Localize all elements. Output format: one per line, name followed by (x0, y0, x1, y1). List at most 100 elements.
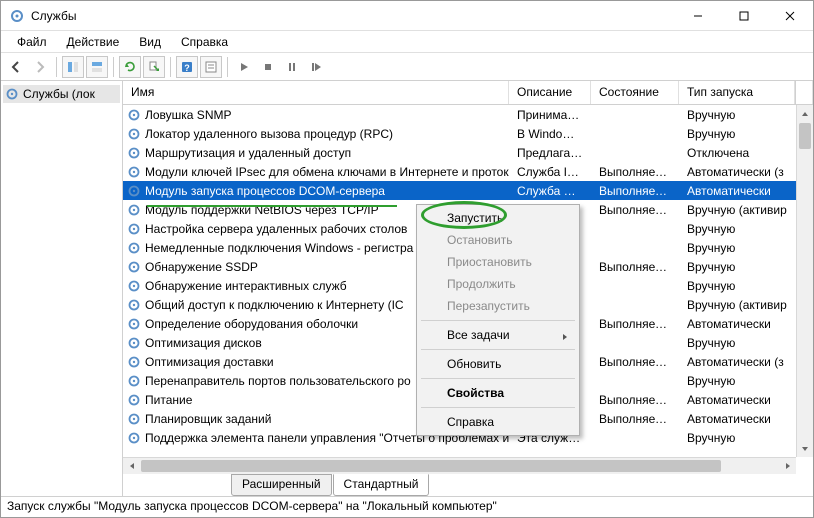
service-row[interactable]: Модули ключей IPsec для обмена ключами в… (123, 162, 813, 181)
service-name: Обнаружение SSDP (145, 260, 258, 274)
body: Службы (лок Имя Описание Состояние Тип з… (1, 81, 813, 497)
service-name: Модули ключей IPsec для обмена ключами в… (145, 165, 509, 179)
gear-icon (127, 127, 141, 141)
tree-root-label: Службы (лок (23, 87, 95, 101)
service-state (591, 437, 679, 439)
service-type: Автоматически (679, 411, 795, 427)
service-name: Модуль запуска процессов DCOM-сервера (145, 184, 385, 198)
hscroll-thumb[interactable] (141, 460, 721, 472)
service-row[interactable]: Локатор удаленного вызова процедур (RPC)… (123, 124, 813, 143)
menu-help[interactable]: Справка (171, 33, 238, 51)
list-header: Имя Описание Состояние Тип запуска (123, 81, 813, 105)
maximize-button[interactable] (721, 1, 767, 31)
tab-standard[interactable]: Стандартный (333, 474, 430, 496)
cm-resume[interactable]: Продолжить (419, 273, 577, 295)
forward-button[interactable] (29, 56, 51, 78)
cm-refresh[interactable]: Обновить (419, 353, 577, 375)
service-name: Немедленные подключения Windows - регист… (145, 241, 413, 255)
minimize-button[interactable] (675, 1, 721, 31)
service-name: Ловушка SNMP (145, 108, 231, 122)
menu-file[interactable]: Файл (7, 33, 57, 51)
service-type: Вручную (679, 373, 795, 389)
service-type: Вручную (679, 126, 795, 142)
media-stop-button[interactable] (257, 56, 279, 78)
cm-all-tasks[interactable]: Все задачи (419, 324, 577, 346)
chevron-right-icon (561, 330, 569, 344)
gear-icon (127, 298, 141, 312)
col-name[interactable]: Имя (123, 81, 509, 104)
window-buttons (675, 1, 813, 31)
cm-pause[interactable]: Приостановить (419, 251, 577, 273)
tree-pane: Службы (лок (1, 81, 123, 496)
cm-help[interactable]: Справка (419, 411, 577, 433)
gear-icon (127, 374, 141, 388)
cm-sep-1 (421, 320, 575, 321)
service-type: Автоматически (679, 316, 795, 332)
horizontal-scrollbar[interactable] (123, 457, 796, 474)
service-state: Выполняется (591, 316, 679, 332)
close-button[interactable] (767, 1, 813, 31)
service-type: Вручную (679, 221, 795, 237)
service-name: Оптимизация доставки (145, 355, 274, 369)
gear-icon (127, 260, 141, 274)
service-name: Планировщик заданий (145, 412, 271, 426)
tree-root-services[interactable]: Службы (лок (3, 85, 120, 103)
col-description[interactable]: Описание (509, 81, 591, 104)
scroll-right-icon[interactable] (779, 458, 796, 474)
service-desc: Служба D… (509, 183, 591, 199)
service-desc: Предлагае… (509, 145, 591, 161)
view-button-1[interactable] (62, 56, 84, 78)
scroll-down-icon[interactable] (797, 440, 813, 457)
service-state: Выполняется (591, 259, 679, 275)
media-play-button[interactable] (233, 56, 255, 78)
service-name: Настройка сервера удаленных рабочих стол… (145, 222, 407, 236)
gear-icon (127, 355, 141, 369)
media-restart-button[interactable] (305, 56, 327, 78)
col-scroll-spacer (795, 81, 813, 104)
scroll-left-icon[interactable] (123, 458, 140, 474)
services-window: Службы Файл Действие Вид Справка ? (0, 0, 814, 518)
export-button[interactable] (143, 56, 165, 78)
gear-icon (127, 317, 141, 331)
service-state: Выполняется (591, 392, 679, 408)
back-button[interactable] (5, 56, 27, 78)
window-title: Службы (31, 9, 675, 23)
cm-start[interactable]: Запустить (419, 207, 577, 229)
menu-action[interactable]: Действие (57, 33, 130, 51)
service-row[interactable]: Ловушка SNMPПринимае…Вручную (123, 105, 813, 124)
cm-restart[interactable]: Перезапустить (419, 295, 577, 317)
service-type: Вручную (679, 335, 795, 351)
gear-icon (127, 431, 141, 445)
menu-view[interactable]: Вид (129, 33, 171, 51)
help-button[interactable]: ? (176, 56, 198, 78)
scroll-up-icon[interactable] (797, 105, 813, 122)
service-state: Выполняется (591, 411, 679, 427)
service-name: Оптимизация дисков (145, 336, 262, 350)
service-name: Маршрутизация и удаленный доступ (145, 146, 351, 160)
toolbar: ? (1, 53, 813, 81)
properties-button[interactable] (200, 56, 222, 78)
tab-extended[interactable]: Расширенный (231, 474, 332, 496)
statusbar: Запуск службы "Модуль запуска процессов … (1, 497, 813, 517)
gear-icon (127, 279, 141, 293)
col-status[interactable]: Состояние (591, 81, 679, 104)
service-name: Питание (145, 393, 192, 407)
service-row[interactable]: Модуль запуска процессов DCOM-сервера Слу… (123, 181, 813, 200)
service-row[interactable]: Маршрутизация и удаленный доступ Предлага… (123, 143, 813, 162)
media-pause-button[interactable] (281, 56, 303, 78)
scroll-thumb[interactable] (799, 123, 811, 149)
app-icon (9, 8, 25, 24)
cm-stop[interactable]: Остановить (419, 229, 577, 251)
view-button-2[interactable] (86, 56, 108, 78)
gear-icon (127, 222, 141, 236)
service-type: Автоматически (679, 183, 795, 199)
col-startup-type[interactable]: Тип запуска (679, 81, 795, 104)
service-name: Обнаружение интерактивных служб (145, 279, 347, 293)
service-state (591, 380, 679, 382)
vertical-scrollbar[interactable] (796, 105, 813, 457)
service-type: Автоматически (679, 392, 795, 408)
cm-properties[interactable]: Свойства (419, 382, 577, 404)
refresh-button[interactable] (119, 56, 141, 78)
gear-icon (127, 336, 141, 350)
service-state (591, 342, 679, 344)
